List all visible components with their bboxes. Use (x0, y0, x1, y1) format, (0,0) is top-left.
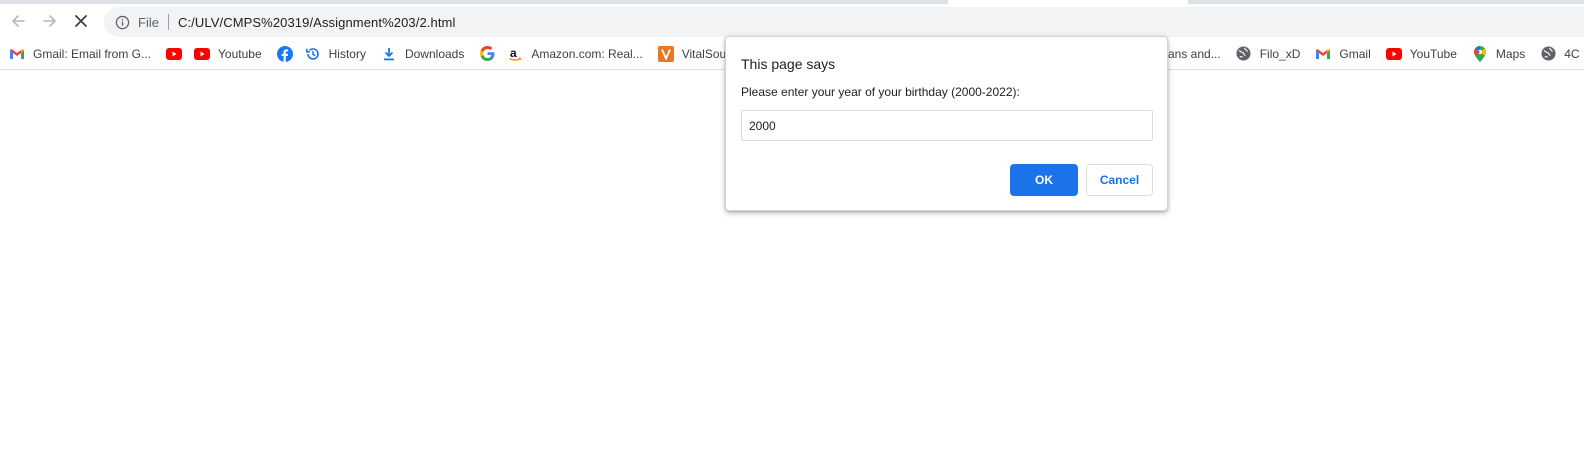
gmail-icon (1315, 46, 1331, 62)
bookmark-youtube[interactable]: Youtube (185, 42, 268, 66)
bookmark-amazon[interactable]: a Amazon.com: Real... (498, 42, 648, 66)
scheme-label: File (138, 14, 159, 30)
bookmark-partial[interactable]: ans and... (1168, 42, 1227, 66)
globe-icon (1236, 46, 1252, 62)
bookmark-label: Filo_xD (1259, 46, 1301, 61)
forward-button[interactable] (36, 7, 64, 35)
close-x-icon (75, 15, 87, 27)
bookmark-label: YouTube (1409, 46, 1457, 61)
bookmark-vitalsource[interactable]: VitalSou (649, 42, 732, 66)
youtube-icon (194, 46, 211, 62)
browser-toolbar: File C:/ULV/CMPS%20319/Assignment%203/2.… (0, 4, 1584, 38)
prompt-dialog: This page says Please enter your year of… (725, 36, 1168, 211)
download-icon (381, 46, 397, 62)
dialog-message: Please enter your year of your birthday … (741, 85, 1020, 99)
back-button[interactable] (4, 7, 32, 35)
facebook-icon (276, 45, 293, 62)
address-bar[interactable]: File C:/ULV/CMPS%20319/Assignment%203/2.… (104, 7, 1584, 37)
bookmark-youtube-icon-only[interactable] (157, 42, 185, 66)
bookmark-label: 4C (1564, 46, 1580, 61)
bookmark-downloads[interactable]: Downloads (372, 42, 470, 66)
youtube-icon (166, 46, 183, 62)
bookmark-gmail[interactable]: Gmail (1306, 42, 1376, 66)
bookmark-label: Amazon.com: Real... (531, 46, 643, 61)
bookmark-label: History (328, 46, 366, 61)
cancel-button[interactable]: Cancel (1086, 164, 1153, 196)
bookmark-history[interactable]: History (296, 42, 372, 66)
youtube-icon (1385, 46, 1402, 62)
dialog-title: This page says (741, 56, 836, 72)
bookmark-maps[interactable]: Maps (1463, 42, 1531, 66)
bookmark-label: Downloads (404, 46, 465, 61)
bookmark-label: Gmail: Email from G... (33, 46, 152, 61)
bookmark-google[interactable] (470, 42, 498, 66)
maps-icon (1472, 45, 1488, 62)
bookmark-label: Gmail (1339, 46, 1371, 61)
bookmark-4c[interactable]: 4C (1531, 42, 1584, 66)
url-text[interactable]: C:/ULV/CMPS%20319/Assignment%203/2.html (178, 15, 456, 30)
svg-text:a: a (510, 46, 517, 60)
bookmarks-bar-right: ans and... Filo_xD Gmail YouTube Maps 4C (1168, 38, 1584, 69)
bookmark-gmail-email[interactable]: Gmail: Email from G... (0, 42, 157, 66)
vitalsource-icon (657, 45, 674, 62)
bookmark-label: VitalSou (681, 46, 727, 61)
gmail-icon (9, 46, 25, 62)
ok-button[interactable]: OK (1010, 164, 1078, 196)
arrow-left-icon (12, 15, 25, 27)
arrow-right-icon (43, 15, 56, 27)
bookmark-youtube-2[interactable]: YouTube (1377, 42, 1463, 66)
history-icon (305, 46, 321, 62)
info-icon[interactable] (114, 14, 130, 30)
prompt-input[interactable] (741, 110, 1153, 141)
bookmark-label: Maps (1495, 46, 1526, 61)
stop-loading-button[interactable] (67, 7, 95, 35)
bookmark-label: ans and... (1168, 46, 1221, 61)
bookmark-facebook[interactable] (268, 42, 296, 66)
address-separator (167, 14, 169, 30)
bookmark-filo[interactable]: Filo_xD (1227, 42, 1307, 66)
bookmark-label: Youtube (218, 46, 262, 61)
globe-icon (1540, 46, 1556, 62)
google-icon (479, 46, 495, 62)
amazon-icon: a (507, 46, 523, 62)
